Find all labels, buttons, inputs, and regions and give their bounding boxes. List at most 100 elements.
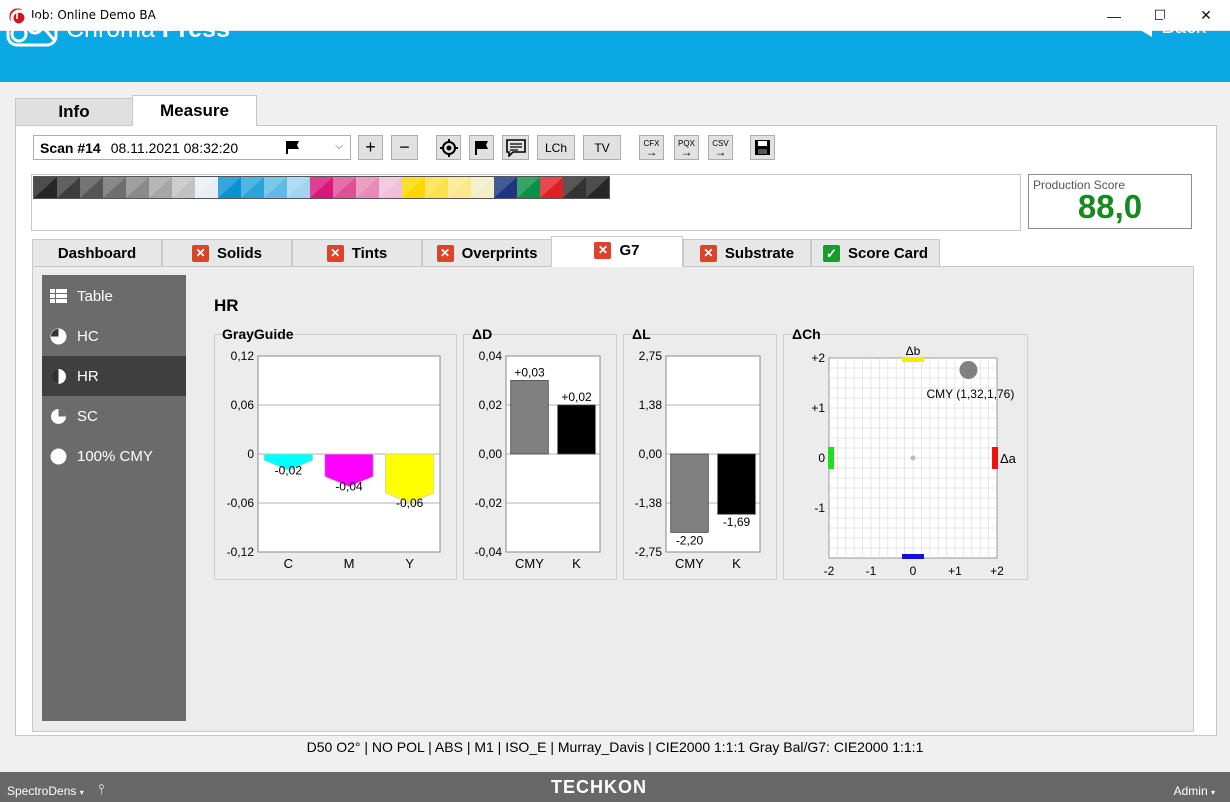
color-patch[interactable] — [241, 177, 264, 198]
color-patch[interactable] — [586, 177, 609, 198]
neg-b-marker — [902, 554, 924, 559]
crosshair-icon — [439, 138, 458, 157]
color-patch[interactable] — [57, 177, 80, 198]
subtab-substrate[interactable]: ✕ Substrate — [683, 239, 811, 266]
color-patch[interactable] — [264, 177, 287, 198]
device-selector[interactable]: SpectroDens ▾ — [7, 784, 84, 798]
color-patch[interactable] — [448, 177, 471, 198]
x-tick-label: CMY — [675, 556, 704, 571]
subtab-g7[interactable]: ✕ G7 — [551, 236, 683, 267]
sidebar-item-table[interactable]: Table — [42, 276, 186, 316]
color-patch[interactable] — [195, 177, 218, 198]
delta-ch-chart: Δa Δb -2 -1 0 +1 +2 +2 +1 0 -1 CMY (1,32,1,76) — [811, 344, 1016, 578]
subtab-solids[interactable]: ✕ Solids — [162, 239, 292, 266]
color-patch[interactable] — [425, 177, 448, 198]
pie-half-icon — [50, 368, 67, 385]
tab-info[interactable]: Info — [15, 98, 133, 125]
tab-measure[interactable]: Measure — [132, 95, 257, 126]
color-patch[interactable] — [540, 177, 563, 198]
caret-down-icon: ▾ — [79, 788, 84, 797]
color-strip[interactable] — [33, 176, 610, 199]
add-scan-button[interactable]: + — [358, 135, 383, 160]
chromapress-logo-icon — [6, 5, 58, 47]
user-selector[interactable]: Admin ▾ — [1174, 784, 1215, 798]
subtab-overprints[interactable]: ✕ Overprints — [422, 239, 552, 266]
axis-b-label: Δb — [906, 344, 921, 358]
scan-select[interactable]: Scan #14 08.11.2021 08:32:20 — [33, 135, 351, 160]
color-patch[interactable] — [517, 177, 540, 198]
color-patch[interactable] — [379, 177, 402, 198]
color-patch[interactable] — [563, 177, 586, 198]
back-label: Back — [1161, 16, 1206, 38]
y-tick-label: 0 — [818, 451, 825, 465]
data-label: +0,02 — [561, 390, 592, 404]
export-pqx-button[interactable]: PQX → — [674, 135, 699, 160]
data-label: -2,20 — [676, 533, 704, 547]
comment-button[interactable] — [502, 135, 529, 160]
color-patch[interactable] — [149, 177, 172, 198]
y-tick-label: -1 — [814, 501, 825, 515]
techkon-logo: TECHKON — [551, 777, 647, 797]
sidebar-item-100-cmy[interactable]: 100% CMY — [42, 436, 186, 476]
delta-l-chart-title: ΔL — [632, 326, 651, 342]
color-patch[interactable] — [471, 177, 494, 198]
chevron-down-icon: ⌵ — [335, 140, 344, 152]
subtab-label: G7 — [619, 242, 640, 259]
y-tick-label: -0,02 — [475, 496, 503, 510]
save-button[interactable] — [750, 135, 775, 160]
color-patch[interactable] — [356, 177, 379, 198]
arrow-right-icon: → — [714, 144, 727, 159]
color-patch[interactable] — [172, 177, 195, 198]
lch-button[interactable]: LCh — [537, 135, 575, 160]
y-tick-label: 0,12 — [231, 349, 255, 363]
pie-quarter-icon — [50, 328, 67, 345]
caret-down-icon: ▾ — [1210, 788, 1215, 797]
subtab-label: Dashboard — [57, 244, 137, 262]
color-patch[interactable] — [126, 177, 149, 198]
color-patch[interactable] — [34, 177, 57, 198]
color-patch[interactable] — [310, 177, 333, 198]
y-tick-label: 2,75 — [639, 349, 663, 363]
color-patch[interactable] — [333, 177, 356, 198]
export-csv-button[interactable]: CSV → — [708, 135, 733, 160]
subtab-label: Substrate — [724, 244, 795, 262]
subtab-score-card[interactable]: ✓ Score Card — [811, 239, 940, 266]
color-patch[interactable] — [402, 177, 425, 198]
sidebar-item-sc[interactable]: SC — [42, 396, 186, 436]
x-tick-label: K — [572, 556, 581, 571]
minimize-button[interactable]: — — [1091, 0, 1137, 31]
scan-number: Scan #14 — [40, 139, 101, 156]
export-cfx-button[interactable]: CFX → — [639, 135, 664, 160]
sidebar-item-hc[interactable]: HC — [42, 316, 186, 356]
remove-scan-button[interactable]: − — [391, 135, 418, 160]
bar — [557, 404, 596, 455]
flag-button[interactable] — [469, 135, 494, 160]
color-patch[interactable] — [494, 177, 517, 198]
x-tick-label: +1 — [948, 564, 962, 578]
bar — [510, 380, 549, 455]
subtab-tints[interactable]: ✕ Tints — [292, 239, 422, 266]
arrow-right-icon: → — [645, 144, 658, 159]
delta-l-chart: 2,75 1,38 0,00 -1,38 -2,75 -2,20 CMY -1,69 K — [635, 349, 761, 571]
color-patch[interactable] — [103, 177, 126, 198]
sidebar-item-hr[interactable]: HR — [42, 356, 186, 396]
x-tick-label: K — [732, 556, 741, 571]
sidebar-item-label: HC — [77, 327, 99, 345]
color-patch[interactable] — [218, 177, 241, 198]
comment-icon — [505, 138, 526, 157]
x-tick-label: -1 — [866, 564, 877, 578]
data-label: -0,06 — [396, 496, 424, 510]
usb-icon: ⫯ — [98, 781, 105, 797]
tv-button[interactable]: TV — [583, 135, 621, 160]
fail-x-icon: ✕ — [191, 244, 209, 262]
back-button[interactable]: Back — [1136, 16, 1206, 39]
color-patch[interactable] — [287, 177, 310, 198]
pie-three-quarter-icon — [50, 408, 67, 425]
color-patch[interactable] — [80, 177, 103, 198]
measure-target-button[interactable] — [436, 135, 461, 160]
sidebar-item-label: HR — [77, 367, 99, 385]
subtab-dashboard[interactable]: Dashboard — [32, 239, 162, 266]
x-tick-label: C — [284, 556, 293, 571]
y-tick-label: 0,00 — [479, 447, 503, 461]
scan-date: 08.11.2021 08:32:20 — [110, 139, 239, 156]
